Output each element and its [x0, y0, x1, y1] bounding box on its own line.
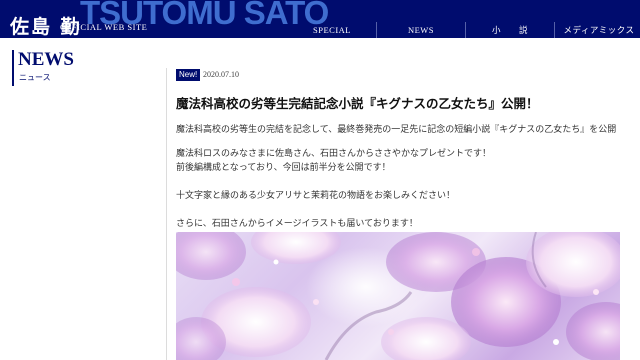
- content-divider: [166, 68, 167, 360]
- new-badge: New!: [176, 69, 201, 81]
- nav-news[interactable]: NEWS: [376, 22, 465, 38]
- article-date: 2020.07.10: [203, 70, 239, 79]
- section-accent-bar: [12, 50, 14, 86]
- article-title: 魔法科高校の劣等生完結記念小説『キグナスの乙女たち』公開！: [176, 96, 539, 111]
- global-nav: SPECIAL NEWS 小 説 メディアミックス: [288, 22, 640, 38]
- section-title: NEWS: [18, 49, 74, 70]
- cherry-blossom-illustration: [176, 232, 620, 360]
- nav-special[interactable]: SPECIAL: [288, 22, 376, 38]
- article-paragraph: 魔法科高校の劣等生の完結を記念して、最終巻発売の一足先に記念の短編小説『キグナス…: [176, 125, 617, 135]
- article-paragraph: 十文字家と縁のある少女アリサと茉莉花の物語をお楽しみください！: [176, 191, 456, 201]
- section-subtitle: ニュース: [19, 73, 51, 82]
- article-paragraph: 魔法科ロスのみなさまに佐島さん、石田さんからささやかなプレゼントです！: [176, 149, 492, 159]
- article-paragraph: 前後編構成となっており、今回は前半分を公開です！: [176, 163, 391, 173]
- logo-subtitle: OFFICIAL WEB SITE: [60, 22, 148, 32]
- nav-novels[interactable]: 小 説: [465, 22, 554, 38]
- nav-media-mix[interactable]: メディアミックス: [554, 22, 640, 38]
- article-illustration: [176, 232, 620, 360]
- article-paragraph: さらに、石田さんからイメージイラストも届いております！: [176, 219, 418, 229]
- site-header: TSUTOMU SATO 佐島 勤 OFFICIAL WEB SITE SPEC…: [0, 0, 640, 38]
